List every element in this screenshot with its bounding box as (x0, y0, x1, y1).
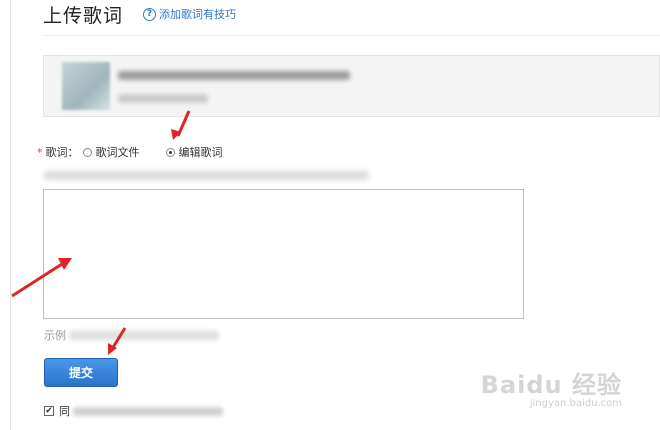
radio-edit-lyrics[interactable]: 编辑歌词 (165, 144, 223, 160)
lyrics-hint-blurred (44, 171, 369, 180)
radio-lyrics-file-dot[interactable] (82, 147, 92, 157)
watermark-main: Baidu 经验 (480, 371, 622, 399)
radio-edit-lyrics-label: 编辑歌词 (178, 146, 223, 159)
agree-checkbox[interactable]: ✔ (44, 406, 54, 416)
example-label: 示例 (44, 329, 66, 342)
help-circle-icon: ? (143, 7, 156, 21)
tips-link-label: 添加歌词有技巧 (159, 8, 236, 21)
lyrics-type-row: * 歌词： 歌词文件 编辑歌词 (37, 144, 249, 160)
song-title-blurred (118, 71, 350, 80)
title-divider (43, 35, 660, 36)
lyrics-label: 歌词： (45, 146, 79, 159)
required-mark: * (37, 145, 43, 159)
agree-label: 同 (59, 405, 70, 418)
lyrics-textarea[interactable] (43, 189, 524, 319)
example-text-blurred (69, 330, 219, 340)
submit-button[interactable]: 提交 (44, 358, 118, 387)
radio-edit-lyrics-dot[interactable] (165, 147, 175, 157)
agree-text-blurred (73, 406, 223, 416)
left-divider (10, 0, 11, 430)
song-info-card (43, 55, 660, 117)
song-artist-blurred (118, 94, 208, 103)
page-title: 上传歌词 (43, 5, 124, 27)
baidu-watermark: Baidu 经验 jingyan.baidu.com (481, 365, 622, 409)
radio-lyrics-file[interactable]: 歌词文件 (82, 144, 140, 160)
tips-link[interactable]: ? 添加歌词有技巧 (143, 6, 236, 22)
example-row: 示例 (44, 327, 219, 343)
album-cover-image (62, 62, 110, 110)
agreement-row: ✔ 同 (44, 403, 223, 419)
radio-lyrics-file-label: 歌词文件 (95, 146, 140, 159)
